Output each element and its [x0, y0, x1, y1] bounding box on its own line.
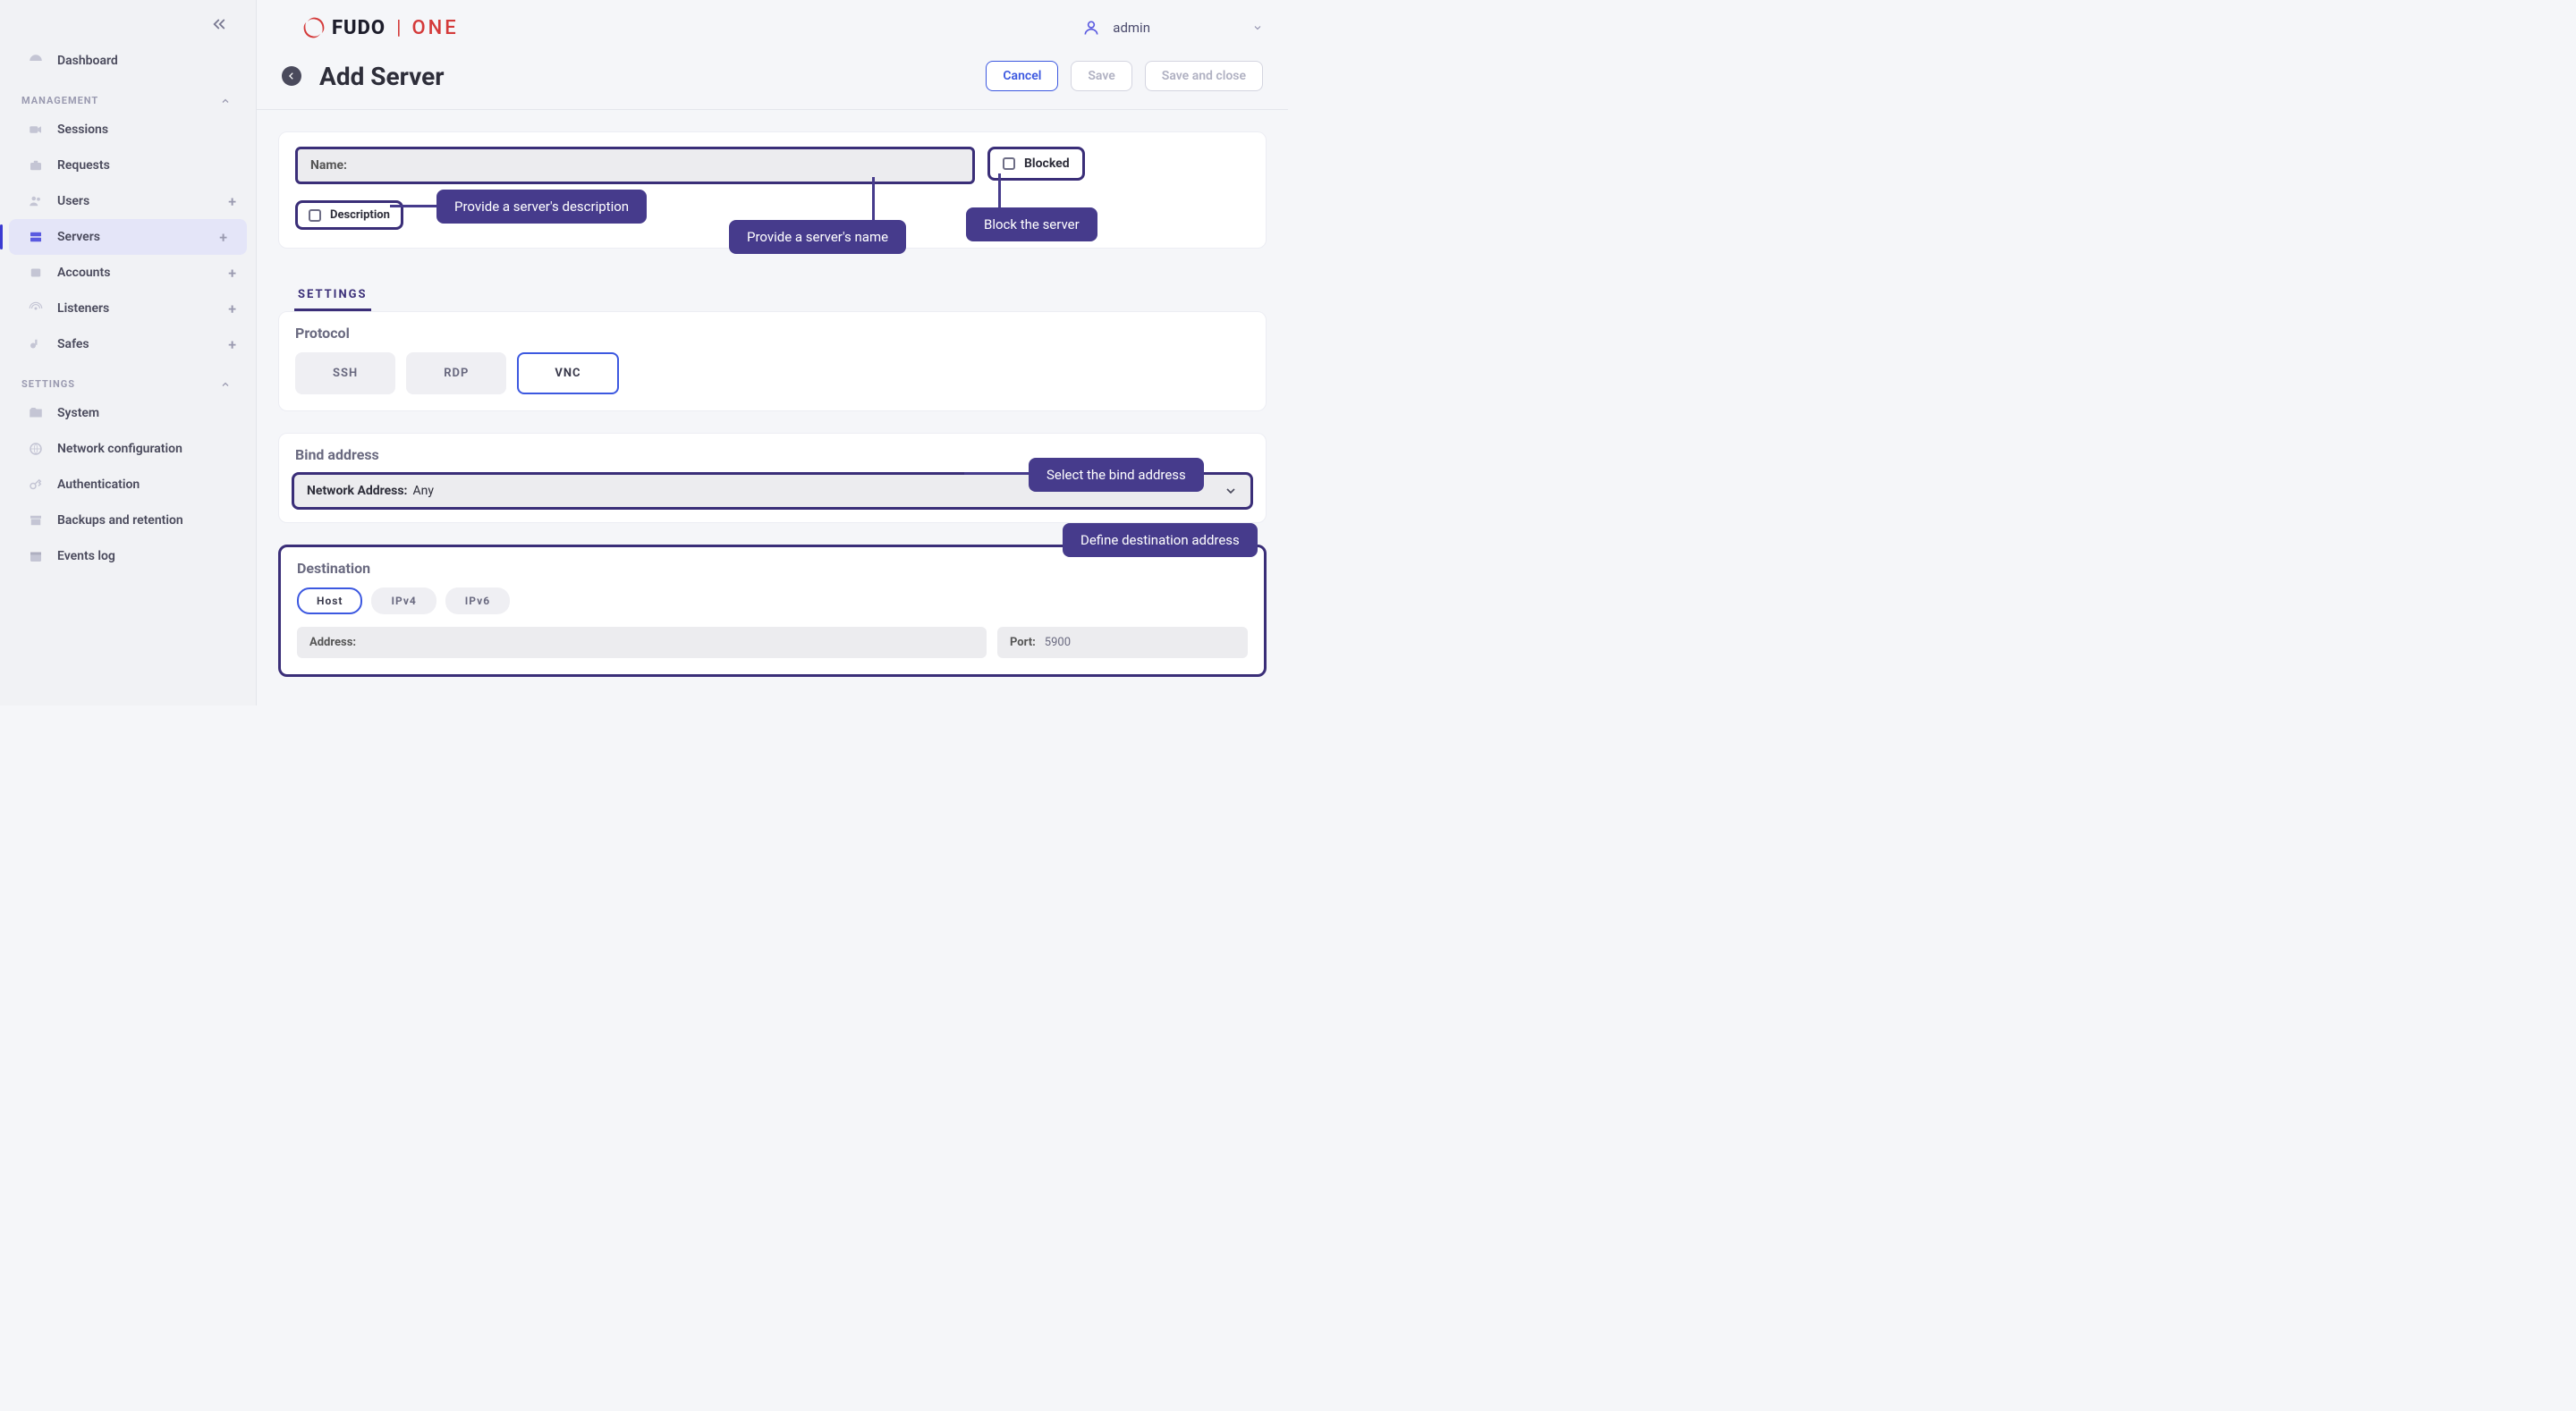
save-close-button[interactable]: Save and close	[1145, 61, 1263, 91]
sidebar-item-label: Authentication	[57, 477, 140, 492]
sidebar-item-auth[interactable]: Authentication	[0, 467, 256, 503]
sidebar-item-label: Network configuration	[57, 442, 182, 456]
sidebar-item-safes[interactable]: Safes +	[0, 326, 256, 362]
user-name: admin	[1113, 20, 1150, 36]
checkbox-icon	[309, 209, 321, 222]
users-icon	[27, 192, 45, 210]
chevron-double-left-icon	[211, 16, 227, 32]
sidebar-item-label: Users	[57, 194, 89, 208]
sidebar-item-label: Events log	[57, 549, 115, 563]
sidebar-item-label: Listeners	[57, 301, 109, 316]
destination-card: Destination Host IPv4 IPv6 Address: Port…	[278, 545, 1267, 677]
tab-settings[interactable]: SETTINGS	[294, 281, 371, 311]
brand-name-2: ONE	[411, 17, 458, 39]
sidebar-collapse-button[interactable]	[211, 16, 227, 32]
fudo-swirl-icon	[301, 15, 326, 40]
sidebar-item-label: Dashboard	[57, 54, 118, 68]
callout-destination: Define destination address	[1063, 523, 1258, 557]
chevron-down-icon	[1224, 484, 1238, 498]
add-server-button[interactable]: +	[219, 229, 227, 246]
add-account-button[interactable]: +	[228, 265, 236, 282]
callout-name: Provide a server's name	[729, 220, 906, 254]
sidebar-item-listeners[interactable]: Listeners +	[0, 291, 256, 326]
calendar-icon	[27, 547, 45, 565]
sidebar-item-events[interactable]: Events log	[0, 538, 256, 574]
gauge-icon	[27, 52, 45, 70]
destination-port-input[interactable]: Port: 5900	[997, 627, 1248, 658]
callout-bind: Select the bind address	[1029, 458, 1204, 492]
brand-logo[interactable]: FUDO | ONE	[301, 15, 459, 40]
protocol-card: Protocol SSH RDP VNC	[278, 311, 1267, 411]
chevron-up-icon	[220, 96, 231, 106]
folder-icon	[27, 404, 45, 422]
protocol-option-vnc[interactable]: VNC	[517, 352, 618, 394]
protocol-option-ssh[interactable]: SSH	[295, 352, 395, 394]
globe-icon	[27, 440, 45, 458]
destination-tab-ipv4[interactable]: IPv4	[371, 587, 436, 614]
sidebar-item-label: System	[57, 406, 99, 420]
protocol-option-rdp[interactable]: RDP	[406, 352, 506, 394]
callout-description: Provide a server's description	[436, 190, 647, 224]
user-icon	[1082, 19, 1100, 37]
sidebar: Dashboard MANAGEMENT Sessions Requests U…	[0, 0, 257, 706]
page-title: Add Server	[319, 62, 445, 91]
sidebar-item-sessions[interactable]: Sessions	[0, 112, 256, 148]
sidebar-item-requests[interactable]: Requests	[0, 148, 256, 183]
badge-icon	[27, 264, 45, 282]
form-tabs: SETTINGS	[278, 270, 1267, 311]
page-header: Add Server Cancel Save Save and close	[257, 55, 1288, 110]
destination-tab-host[interactable]: Host	[297, 587, 362, 614]
sidebar-item-label: Accounts	[57, 266, 110, 280]
checkbox-icon	[1003, 157, 1015, 170]
arrow-left-icon	[287, 72, 296, 80]
sidebar-item-label: Servers	[57, 230, 100, 244]
brand-name-1: FUDO	[332, 17, 386, 39]
blocked-checkbox[interactable]: Blocked	[987, 147, 1085, 181]
sidebar-item-label: Safes	[57, 337, 89, 351]
sidebar-item-label: Sessions	[57, 123, 108, 137]
server-icon	[27, 228, 45, 246]
sidebar-item-label: Backups and retention	[57, 513, 183, 528]
key-icon	[27, 335, 45, 353]
sidebar-item-label: Requests	[57, 158, 110, 173]
callout-block: Block the server	[966, 207, 1097, 241]
cancel-button[interactable]: Cancel	[986, 61, 1058, 91]
description-checkbox[interactable]: Description	[295, 200, 403, 230]
sidebar-item-network[interactable]: Network configuration	[0, 431, 256, 467]
add-listener-button[interactable]: +	[228, 300, 236, 317]
briefcase-icon	[27, 156, 45, 174]
antenna-icon	[27, 300, 45, 317]
sidebar-section-management[interactable]: MANAGEMENT	[0, 79, 256, 112]
sidebar-item-accounts[interactable]: Accounts +	[0, 255, 256, 291]
protocol-title: Protocol	[279, 312, 1266, 347]
topbar: FUDO | ONE admin	[257, 0, 1288, 55]
chevron-down-icon	[1252, 22, 1263, 33]
add-user-button[interactable]: +	[228, 193, 236, 210]
back-button[interactable]	[282, 66, 301, 86]
brand-divider: |	[396, 17, 401, 39]
destination-tab-ipv6[interactable]: IPv6	[445, 587, 510, 614]
destination-address-input[interactable]: Address:	[297, 627, 987, 658]
sidebar-item-servers[interactable]: Servers +	[9, 219, 247, 255]
sidebar-item-backups[interactable]: Backups and retention	[0, 503, 256, 538]
sidebar-item-dashboard[interactable]: Dashboard	[0, 43, 256, 79]
key-icon	[27, 476, 45, 494]
camera-icon	[27, 121, 45, 139]
save-button[interactable]: Save	[1071, 61, 1131, 91]
add-safe-button[interactable]: +	[228, 336, 236, 353]
sidebar-item-system[interactable]: System	[0, 395, 256, 431]
chevron-up-icon	[220, 379, 231, 390]
sidebar-section-settings[interactable]: SETTINGS	[0, 362, 256, 395]
main-content: FUDO | ONE admin Add Server Cancel Save …	[257, 0, 1288, 706]
archive-icon	[27, 511, 45, 529]
user-menu[interactable]: admin	[1082, 19, 1263, 37]
sidebar-item-users[interactable]: Users +	[0, 183, 256, 219]
